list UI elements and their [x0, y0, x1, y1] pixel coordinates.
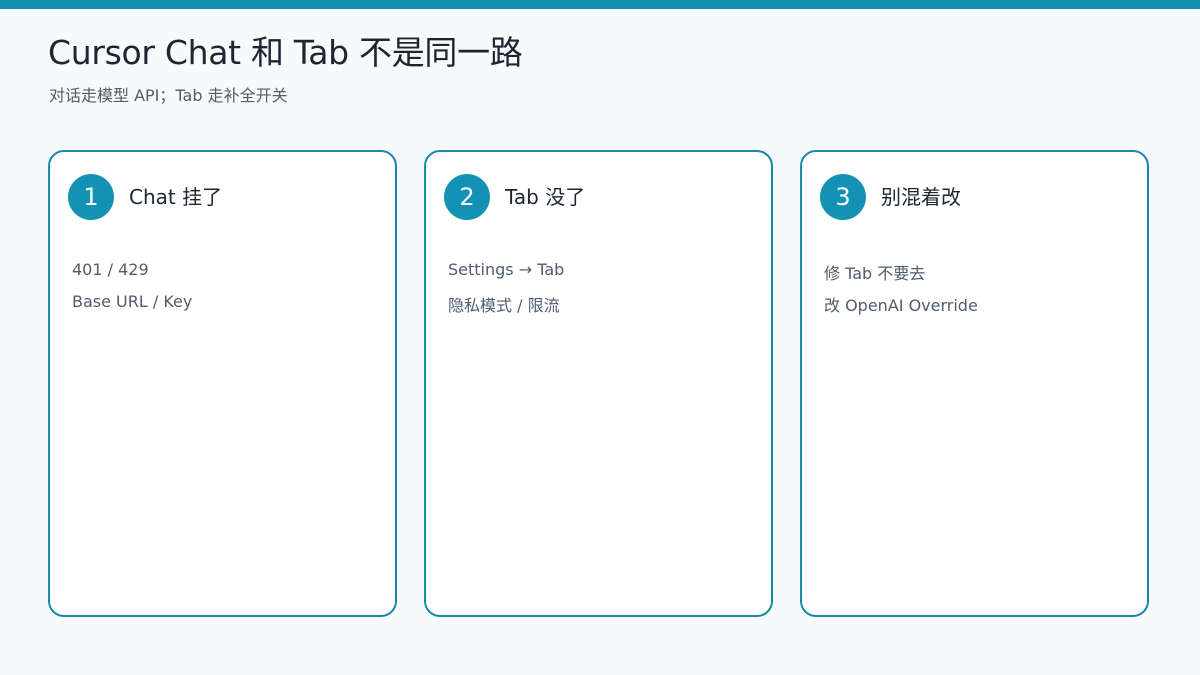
top-accent-bar [0, 0, 1200, 9]
step-number-badge: 2 [444, 174, 490, 220]
step-number-badge: 3 [820, 174, 866, 220]
card-tab: 2 Tab 没了 Settings → Tab 隐私模式 / 限流 [424, 150, 773, 617]
card-title: Chat 挂了 [129, 185, 223, 209]
card-title: Tab 没了 [505, 185, 586, 209]
step-number-badge: 1 [68, 174, 114, 220]
card-line: 隐私模式 / 限流 [448, 296, 560, 315]
card-chat: 1 Chat 挂了 401 / 429 Base URL / Key [48, 150, 397, 617]
card-line: Base URL / Key [72, 292, 193, 311]
page-subtitle: 对话走模型 API；Tab 走补全开关 [49, 86, 288, 105]
card-dont-mix: 3 别混着改 修 Tab 不要去 改 OpenAI Override [800, 150, 1149, 617]
card-line: Settings → Tab [448, 260, 565, 279]
card-title: 别混着改 [881, 185, 961, 209]
page-title: Cursor Chat 和 Tab 不是同一路 [48, 33, 523, 72]
card-line: 改 OpenAI Override [824, 296, 978, 315]
card-line: 修 Tab 不要去 [824, 264, 926, 283]
card-line: 401 / 429 [72, 260, 149, 279]
